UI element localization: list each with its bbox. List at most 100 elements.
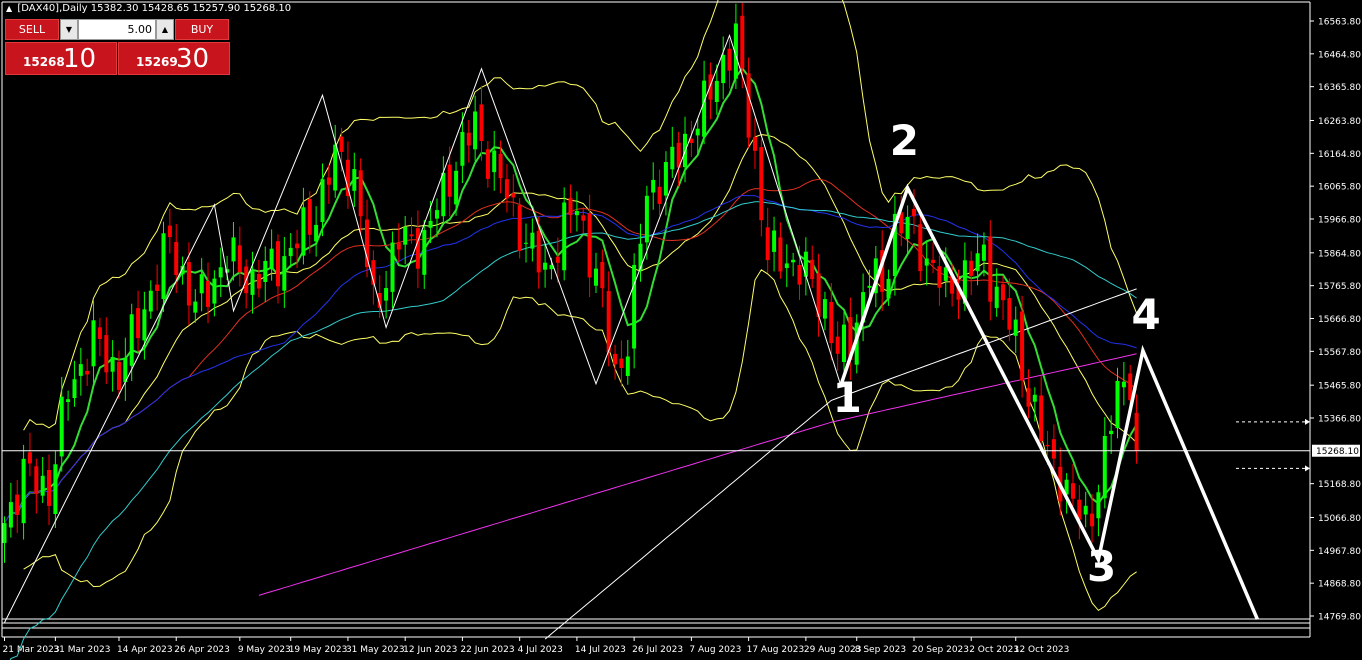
candle-body [1083,505,1088,515]
candle-body [600,262,605,289]
price-tick-label: 15366.80 [1318,414,1361,424]
time-tick-label: 4 Jul 2023 [518,645,563,655]
time-tick-label: 20 Sep 2023 [912,645,969,655]
buy-price-box[interactable]: 15269 30 [118,42,230,75]
candle-body [78,364,83,376]
candle-body [47,470,51,506]
price-tick-label: 16065.80 [1318,183,1361,193]
candle-body [250,271,255,295]
wave-label-3: 3 [1087,542,1116,591]
price-tick-label: 15066.80 [1318,514,1361,524]
price-tick-label: 14967.80 [1318,547,1361,557]
candle-body [479,104,484,141]
buy-price-main: 15269 [136,55,178,69]
elliott-wave-overlay: 1 2 3 4 [4,33,1260,623]
time-tick-label: 29 Aug 2023 [804,645,862,655]
candle-body [2,523,7,543]
sell-button[interactable]: SELL [5,19,59,40]
candlestick-series [2,2,1139,563]
lot-increase-icon[interactable]: ▲ [156,19,174,40]
candle-body [193,301,198,313]
candle-body [594,268,598,286]
candle-body [485,149,490,179]
candle-body [155,284,160,291]
candle-body [829,301,834,344]
candle-body [581,215,586,221]
one-click-trading-panel: SELL ▼ ▲ BUY 15268 10 15269 30 [5,19,230,77]
candle-body [981,244,986,261]
lot-decrease-icon[interactable]: ▼ [60,19,78,40]
candle-body [822,299,827,319]
lot-size-input[interactable] [78,19,156,40]
candle-body [1109,430,1114,435]
candle-body [810,259,815,280]
ohlc-values: 15382.30 15428.65 15257.90 15268.10 [90,3,292,14]
candle-body [772,230,777,252]
candle-body [835,336,840,354]
bollinger-middle-line [23,134,1137,501]
candle-body [587,213,592,278]
price-tick-label: 16164.80 [1318,150,1361,160]
indicator-lines [4,0,1138,660]
wave-label-1: 1 [833,373,862,422]
candle-body [606,291,611,353]
candle-body [1007,298,1012,330]
candle-body [326,177,331,185]
candle-body [186,262,191,306]
price-tick-label: 15864.80 [1318,249,1361,259]
candle-body [663,162,668,196]
candle-body [403,226,408,245]
candle-body [568,198,573,216]
candle-body [498,154,503,179]
sell-price-box[interactable]: 15268 10 [5,42,117,75]
candle-body [422,230,427,275]
candle-body [104,335,109,373]
time-axis: 21 Mar 202331 Mar 2023 14 Apr 2023 26 Apr … [3,637,1069,655]
candle-body [117,361,121,390]
candle-body [27,452,32,464]
price-tick-label: 16365.80 [1318,83,1361,93]
price-chart[interactable]: 1 2 3 4 16563.80 16464.80 16365.80 16263.80 161… [0,0,1362,660]
candle-body [1020,311,1025,381]
time-tick-label: 31 Mar 2023 [53,645,110,655]
candle-body [333,144,338,191]
candle-body [339,136,344,152]
candle-body [504,179,509,199]
candle-body [924,258,929,266]
candle-body [40,475,45,496]
candle-body [746,73,751,138]
buy-price-pips: 30 [176,44,210,74]
time-tick-label: 22 Jun 2023 [460,645,514,655]
time-tick-label: 14 Jul 2023 [575,645,626,655]
time-tick-label: 26 Apr 2023 [174,645,230,655]
price-tick-label: 15765.80 [1318,282,1361,292]
candle-body [269,248,274,270]
sell-price-main: 15268 [23,55,65,69]
candle-body [148,290,153,312]
candle-body [988,236,993,302]
candle-body [931,259,936,263]
candle-body [555,256,560,263]
candle-body [53,464,58,514]
time-tick-label: 14 Apr 2023 [117,645,173,655]
magenta-moving-average-line [258,353,1137,596]
candle-body [352,169,357,191]
candle-body [365,219,369,268]
candle-body [536,230,541,273]
candle-body [937,266,942,288]
candle-body [530,232,535,249]
candle-body [167,225,172,238]
candle-body [59,396,64,457]
candle-body [969,260,974,276]
price-tick-label: 16464.80 [1318,50,1361,60]
candle-body [435,210,439,219]
buy-button[interactable]: BUY [175,19,229,40]
price-tick-label: 14769.80 [1318,613,1361,623]
candle-body [1096,492,1101,519]
candle-body [912,208,916,217]
collapse-arrow-icon[interactable]: ▲ [6,4,12,13]
candle-body [466,132,471,146]
candle-body [288,247,293,257]
price-tick-label: 16263.80 [1318,117,1361,127]
candle-body [1045,444,1050,447]
